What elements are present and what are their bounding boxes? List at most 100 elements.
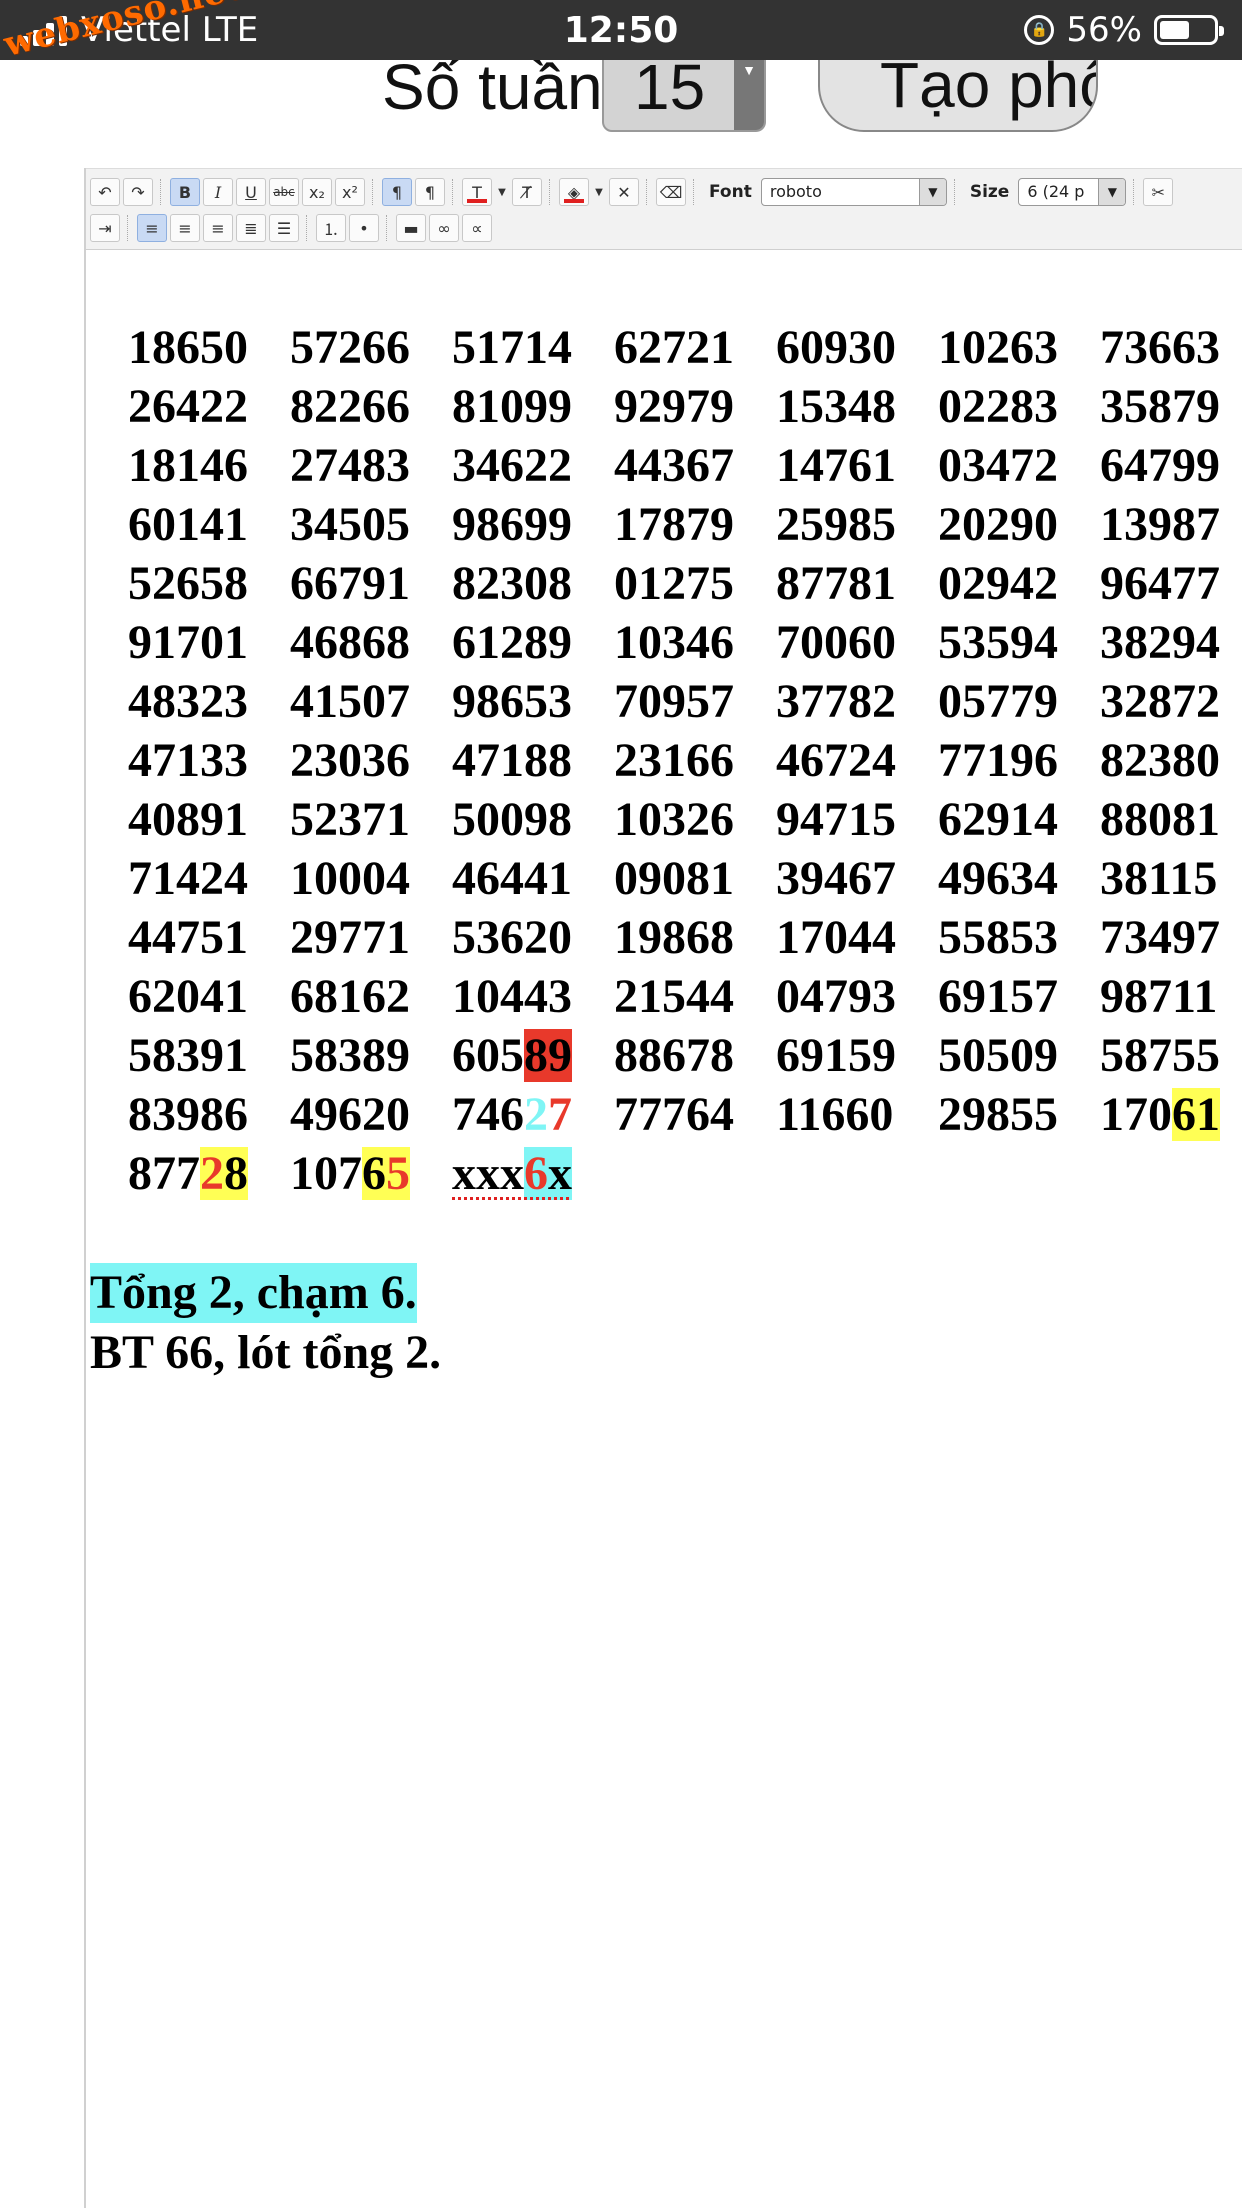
text-color-icon[interactable]: T	[462, 178, 492, 206]
number-cell: 55853	[938, 911, 1058, 964]
editor-content[interactable]: 18650 57266 51714 62721 60930 10263 73663 26422…	[86, 248, 1242, 2208]
underline-icon[interactable]: U	[236, 178, 266, 206]
number-segment: 877	[128, 1147, 200, 1200]
number-cell: 15348	[776, 380, 896, 433]
number-cell: 58389	[290, 1029, 410, 1082]
number-cell: 37782	[776, 675, 896, 728]
create-button[interactable]: Tạo phô	[818, 60, 1098, 132]
number-cell: 50098	[452, 793, 572, 846]
number-cell: 98711	[1100, 970, 1218, 1023]
number-cell: 17061	[1100, 1087, 1242, 1142]
number-segment: 107	[290, 1147, 362, 1200]
number-cell: 49620	[290, 1088, 410, 1141]
create-button-label: Tạo phô	[880, 60, 1098, 121]
number-cell: 13987	[1100, 498, 1220, 551]
number-cell: 52371	[290, 793, 410, 846]
number-cell: 70957	[614, 675, 734, 728]
number-cell: 46441	[452, 852, 572, 905]
number-cell: 61289	[452, 616, 572, 669]
chevron-down-icon[interactable]: ▼	[495, 178, 509, 206]
number-segment: 2	[200, 1147, 224, 1200]
indent-icon[interactable]: ⇥	[90, 214, 120, 242]
redo-icon[interactable]: ↷	[123, 178, 153, 206]
bg-color-icon[interactable]: ◈	[559, 178, 589, 206]
number-cell: 23036	[290, 734, 410, 787]
number-cell: 98699	[452, 498, 572, 551]
number-cell: 10326	[614, 793, 734, 846]
number-cell: 60141	[128, 498, 248, 551]
number-cell: 60589	[452, 1028, 614, 1083]
horizontal-rule-icon[interactable]: ▬	[396, 214, 426, 242]
number-segment: 5	[386, 1147, 410, 1200]
strikethrough-icon[interactable]: abc	[269, 178, 299, 206]
number-cell: 20290	[938, 498, 1058, 551]
eraser-icon[interactable]: ⌫	[656, 178, 686, 206]
number-cell: 23166	[614, 734, 734, 787]
toolbar-separator	[953, 179, 957, 205]
number-cell: 26422	[128, 380, 248, 433]
number-cell: 94715	[776, 793, 896, 846]
number-cell: 77196	[938, 734, 1058, 787]
number-row: 40891 52371 50098 10326 94715 62914 88081	[128, 790, 1242, 849]
undo-icon[interactable]: ↶	[90, 178, 120, 206]
rotation-lock-icon: 🔒	[1024, 15, 1055, 45]
justify-icon[interactable]: ≣	[236, 214, 266, 242]
number-cell: 17044	[776, 911, 896, 964]
number-cell: 44367	[614, 439, 734, 492]
number-segment: xxx	[452, 1147, 524, 1200]
align-right-icon[interactable]: ≡	[203, 214, 233, 242]
rtl-icon[interactable]: ¶	[415, 178, 445, 206]
number-cell: 10443	[452, 970, 572, 1023]
cut-icon[interactable]: ✂	[1143, 178, 1174, 206]
ltr-icon[interactable]: ¶	[382, 178, 412, 206]
number-cell: 49634	[938, 852, 1058, 905]
status-right: 🔒 56%	[1024, 10, 1224, 50]
note-line-2: BT 66, lót tổng 2.	[90, 1326, 442, 1379]
size-select[interactable]: 6 (24 p ▼	[1018, 178, 1127, 206]
number-cell: 53620	[452, 911, 572, 964]
highlighted-digits: 6x	[524, 1147, 572, 1200]
font-select[interactable]: roboto ▼	[760, 178, 947, 206]
toolbar-separator	[160, 179, 163, 205]
size-label: Size	[969, 182, 1010, 202]
bold-icon[interactable]: B	[170, 178, 200, 206]
toolbar-separator	[549, 179, 552, 205]
remove-bg-icon[interactable]: ✕	[609, 178, 639, 206]
remove-format-icon[interactable]: T̸	[512, 178, 542, 206]
number-cell: 64799	[1100, 439, 1220, 492]
number-cell: 10263	[938, 321, 1058, 374]
italic-icon[interactable]: I	[203, 178, 233, 206]
chevron-down-icon: ▼	[918, 179, 946, 205]
weeks-select[interactable]: 15 ▼	[602, 60, 766, 132]
number-cell: 29771	[290, 911, 410, 964]
number-cell: 88678	[614, 1029, 734, 1082]
number-segment: 170	[1100, 1088, 1172, 1141]
number-cell: 73497	[1100, 911, 1220, 964]
unordered-list-icon[interactable]: •	[349, 214, 379, 242]
number-cell: 68162	[290, 970, 410, 1023]
number-cell: 02283	[938, 380, 1058, 433]
justify-all-icon[interactable]: ☰	[269, 214, 299, 242]
number-segment: x	[548, 1147, 572, 1200]
number-cell: 58755	[1100, 1029, 1220, 1082]
unlink-icon[interactable]: ∝	[462, 214, 492, 242]
number-segment: 746	[452, 1088, 524, 1141]
align-center-icon[interactable]: ≡	[170, 214, 200, 242]
chevron-down-icon[interactable]: ▼	[592, 178, 606, 206]
superscript-icon[interactable]: x²	[335, 178, 365, 206]
size-select-value: 6 (24 p	[1027, 182, 1085, 201]
align-left-icon[interactable]: ≡	[137, 214, 167, 242]
number-cell: xxx6x	[452, 1146, 614, 1201]
number-cell: 82308	[452, 557, 572, 610]
subscript-icon[interactable]: x₂	[302, 178, 332, 206]
highlighted-digits: 89	[524, 1029, 572, 1082]
link-icon[interactable]: ∞	[429, 214, 459, 242]
number-cell: 88081	[1100, 793, 1220, 846]
number-cell: 47133	[128, 734, 248, 787]
number-row: 18146 27483 34622 44367 14761 03472 64799	[128, 436, 1242, 495]
toolbar-separator	[693, 179, 696, 205]
ordered-list-icon[interactable]: ⒈	[316, 214, 346, 242]
number-cell: 52658	[128, 557, 248, 610]
number-cell: 98653	[452, 675, 572, 728]
number-cell: 44751	[128, 911, 248, 964]
